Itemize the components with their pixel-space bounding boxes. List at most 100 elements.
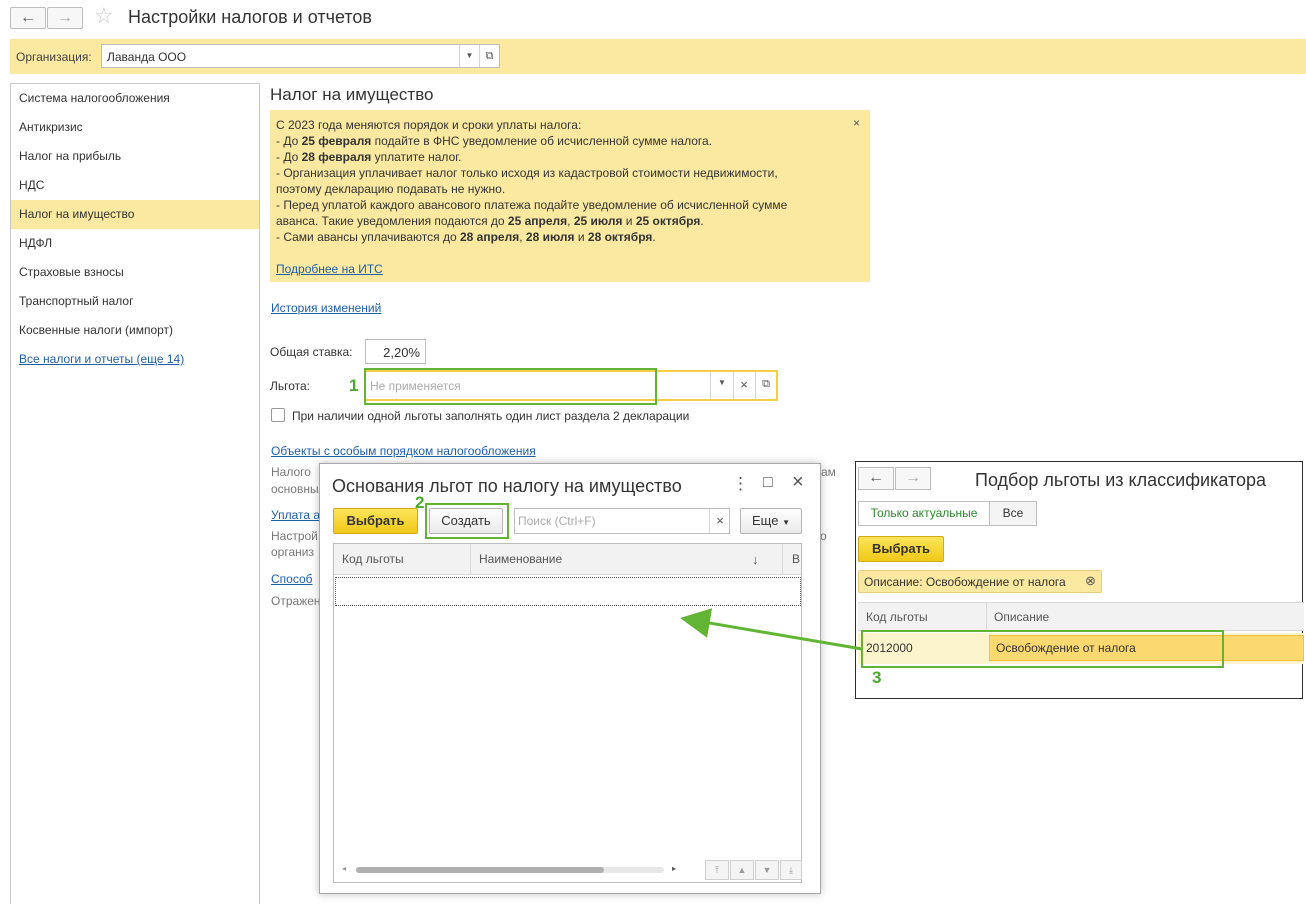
benefits-table: Код льготы Наименование ↓ В ◂ ▸ ⤒ ▲ ▼ ⤓ <box>333 543 802 883</box>
horizontal-scrollbar-thumb[interactable] <box>356 867 604 873</box>
scroll-left-icon[interactable]: ◂ <box>342 864 346 873</box>
forward-button[interactable]: → <box>47 7 83 29</box>
history-link[interactable]: История изменений <box>271 301 381 315</box>
table-row-empty[interactable] <box>335 577 801 606</box>
divider <box>710 372 711 399</box>
forward-button[interactable]: → <box>895 467 931 490</box>
classifier-title: Подбор льготы из классификатора <box>975 470 1267 490</box>
chevron-down-icon: ▼ <box>782 518 790 527</box>
open-form-icon[interactable]: ⧉ <box>756 378 776 391</box>
classifier-table-header: Код льготы Описание <box>858 602 1304 631</box>
back-button[interactable]: ← <box>858 467 894 490</box>
special-objects-link[interactable]: Объекты с особым порядком налогообложени… <box>271 444 536 458</box>
column-header-partial[interactable]: В <box>784 544 800 575</box>
forward-arrow-icon: → <box>57 9 73 26</box>
sidebar-item-taxation-system[interactable]: Система налогообложения <box>11 84 259 113</box>
maximize-icon[interactable]: □ <box>763 474 773 492</box>
chevron-down-icon[interactable]: ▼ <box>712 378 732 387</box>
filter-clear-icon[interactable]: ⊗ <box>1085 573 1096 589</box>
favorite-star-icon[interactable]: ☆ <box>94 4 114 28</box>
column-separator <box>986 603 987 630</box>
payment-description: организ <box>271 545 314 559</box>
more-menu-icon[interactable]: ⋮ <box>732 474 749 494</box>
search-placeholder: Поиск (Ctrl+F) <box>518 514 596 528</box>
close-icon[interactable]: × <box>792 471 804 494</box>
sidebar-item-profit-tax[interactable]: Налог на прибыль <box>11 142 259 171</box>
open-form-icon[interactable]: ⧉ <box>479 45 499 67</box>
rate-label: Общая ставка: <box>270 345 353 359</box>
one-sheet-checkbox[interactable] <box>271 408 285 422</box>
clear-icon[interactable]: × <box>710 513 730 528</box>
select-button[interactable]: Выбрать <box>333 508 418 534</box>
table-header <box>334 544 801 575</box>
highlight-box-2 <box>425 503 509 539</box>
payment-description: Настрой <box>271 529 318 543</box>
payment-description: о <box>820 529 827 543</box>
payment-link[interactable]: Уплата а <box>271 508 320 522</box>
classifier-select-button[interactable]: Выбрать <box>858 536 944 562</box>
sidebar-item-transport-tax[interactable]: Транспортный налог <box>11 287 259 316</box>
back-arrow-icon: ← <box>20 9 36 26</box>
one-sheet-label: При наличии одной льготы заполнять один … <box>292 409 690 423</box>
notice-line: - До 28 февраля уплатите налог. <box>276 150 462 164</box>
more-button[interactable]: Еще ▼ <box>740 508 802 534</box>
filter-label: Описание: Освобождение от налога <box>864 575 1066 589</box>
notice-line: - Сами авансы уплачиваются до 28 апреля,… <box>276 230 656 244</box>
rate-input[interactable]: 2,20% <box>365 339 426 364</box>
highlight-box-1 <box>364 368 657 405</box>
page-title: Настройки налогов и отчетов <box>128 7 372 27</box>
organization-bar: Организация: Лаванда ООО ▼ ⧉ <box>10 39 1306 74</box>
sidebar-item-indirect-taxes[interactable]: Косвенные налоги (импорт) <box>11 316 259 345</box>
notice-line: С 2023 года меняются порядок и сроки упл… <box>276 118 582 132</box>
scroll-to-top-icon[interactable]: ⤒ <box>705 860 729 880</box>
search-input[interactable]: Поиск (Ctrl+F) × <box>514 508 730 534</box>
methods-link[interactable]: Способ <box>271 572 313 586</box>
sidebar-item-insurance[interactable]: Страховые взносы <box>11 258 259 287</box>
column-header-name[interactable]: Наименование <box>471 544 562 575</box>
sidebar-item-all-taxes[interactable]: Все налоги и отчеты (еще 14) <box>11 345 259 374</box>
filter-chip[interactable]: Описание: Освобождение от налога ⊗ <box>858 570 1102 593</box>
organization-label: Организация: <box>16 50 92 64</box>
sort-down-icon[interactable]: ↓ <box>752 544 759 575</box>
scroll-to-bottom-icon[interactable]: ⤓ <box>780 860 802 880</box>
column-header-code[interactable]: Код льготы <box>334 544 404 575</box>
column-separator <box>782 544 783 575</box>
scroll-up-icon[interactable]: ▲ <box>730 860 754 880</box>
notice-line: аванса. Такие уведомления подаются до 25… <box>276 214 704 228</box>
chevron-down-icon[interactable]: ▼ <box>459 45 479 67</box>
sidebar-item-ndfl[interactable]: НДФЛ <box>11 229 259 258</box>
organization-value: Лаванда ООО <box>107 50 187 64</box>
step-marker-2: 2 <box>415 493 425 512</box>
organization-field[interactable]: Лаванда ООО ▼ ⧉ <box>101 44 500 68</box>
reflect-text: Отражен <box>271 594 321 608</box>
objects-description: Налого <box>271 465 311 479</box>
tab-all[interactable]: Все <box>989 501 1037 526</box>
more-label: Еще <box>752 513 779 528</box>
section-heading: Налог на имущество <box>270 85 434 104</box>
sidebar: Система налогообложения Антикризис Налог… <box>10 83 260 904</box>
notice-line: - Организация уплачивает налог только ис… <box>276 166 778 180</box>
objects-description: основны <box>271 482 319 496</box>
sidebar-item-vat[interactable]: НДС <box>11 171 259 200</box>
benefit-label: Льгота: <box>270 379 311 393</box>
its-more-link[interactable]: Подробнее на ИТС <box>276 261 383 277</box>
sidebar-item-property-tax[interactable]: Налог на имущество <box>11 200 259 229</box>
rate-value: 2,20% <box>383 345 420 360</box>
scroll-right-icon[interactable]: ▸ <box>672 864 676 873</box>
step-marker-3: 3 <box>872 668 882 687</box>
scroll-down-icon[interactable]: ▼ <box>755 860 779 880</box>
step-marker-1: 1 <box>349 376 359 395</box>
dialog-title: Основания льгот по налогу на имущество <box>332 476 682 496</box>
notice-line: - Перед уплатой каждого авансового плате… <box>276 198 788 212</box>
benefits-dialog: Основания льгот по налогу на имущество ⋮… <box>319 463 821 894</box>
notice-line: поэтому декларацию подавать не нужно. <box>276 182 506 196</box>
back-button[interactable]: ← <box>10 7 46 29</box>
column-header-description[interactable]: Описание <box>994 610 1049 624</box>
notice-line: - До 25 февраля подайте в ФНС уведомлени… <box>276 134 713 148</box>
sidebar-item-anticrisis[interactable]: Антикризис <box>11 113 259 142</box>
highlight-box-3 <box>861 630 1224 668</box>
tab-current-only[interactable]: Только актуальные <box>858 501 990 526</box>
column-header-code[interactable]: Код льготы <box>866 610 928 624</box>
close-icon[interactable]: × <box>853 115 860 131</box>
clear-icon[interactable]: × <box>734 377 754 392</box>
